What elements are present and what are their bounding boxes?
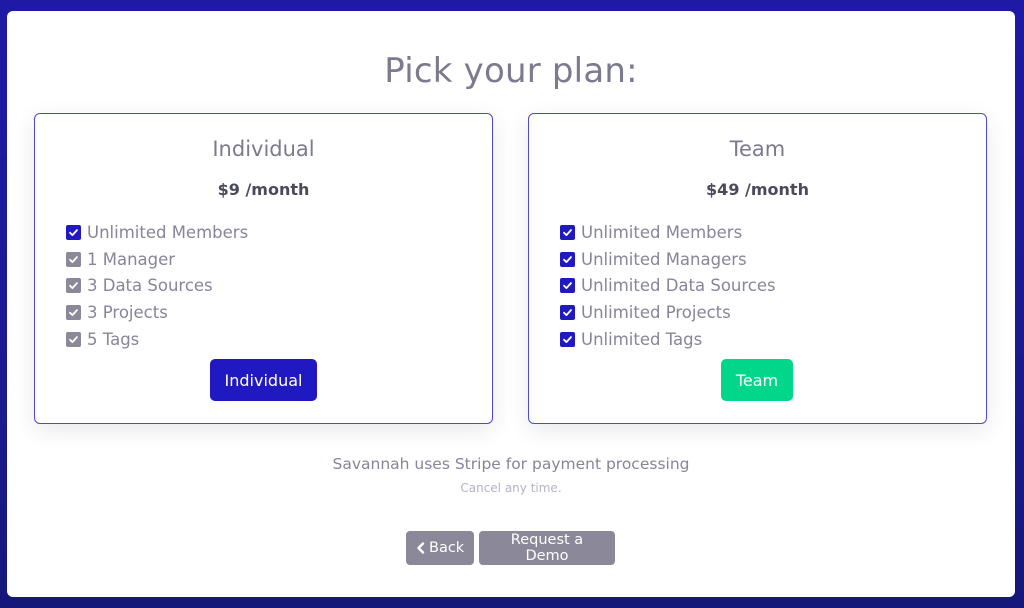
feature-label: 5 Tags xyxy=(87,330,140,350)
checkbox-checked-icon xyxy=(66,251,81,267)
checkbox-checked-icon xyxy=(66,278,81,294)
plan-card-team: Team $49 /month Unlimited Members Unlimi… xyxy=(528,113,987,424)
footer-actions: Back Request a Demo xyxy=(406,531,615,565)
checkbox-checked-icon xyxy=(560,251,575,267)
plan-name: Individual xyxy=(212,137,315,161)
checkbox-checked-icon xyxy=(66,224,81,240)
feature-item: Unlimited Tags xyxy=(560,326,776,353)
feature-item: Unlimited Projects xyxy=(560,299,776,326)
feature-label: Unlimited Members xyxy=(87,222,249,242)
checkbox-checked-icon xyxy=(560,278,575,294)
cancel-note: Cancel any time. xyxy=(460,481,562,495)
feature-label: Unlimited Members xyxy=(581,222,743,242)
back-button-label: Back xyxy=(429,540,465,556)
feature-label: 1 Manager xyxy=(87,249,176,269)
feature-item: 5 Tags xyxy=(66,326,248,353)
checkbox-checked-icon xyxy=(560,332,575,348)
plan-price: $49 /month xyxy=(706,180,809,199)
page-title: Pick your plan: xyxy=(384,51,638,91)
feature-item: Unlimited Members xyxy=(66,219,248,246)
feature-label: 3 Projects xyxy=(87,303,168,323)
feature-item: 3 Data Sources xyxy=(66,273,248,300)
feature-item: Unlimited Members xyxy=(560,219,776,246)
request-demo-button[interactable]: Request a Demo xyxy=(479,531,615,565)
checkbox-checked-icon xyxy=(66,305,81,321)
plan-name: Team xyxy=(729,137,786,161)
feature-list: Unlimited Members Unlimited Managers Unl… xyxy=(560,219,776,353)
plan-card-individual: Individual $9 /month Unlimited Members 1… xyxy=(34,113,493,424)
feature-item: 3 Projects xyxy=(66,299,248,326)
feature-label: Unlimited Managers xyxy=(581,249,747,269)
select-individual-button[interactable]: Individual xyxy=(210,359,317,401)
feature-label: Unlimited Tags xyxy=(581,330,703,350)
back-button[interactable]: Back xyxy=(406,531,474,565)
feature-item: 1 Manager xyxy=(66,246,248,273)
feature-list: Unlimited Members 1 Manager 3 Data Sourc… xyxy=(66,219,248,353)
plan-picker-panel: Pick your plan: Individual $9 /month Unl… xyxy=(7,11,1015,597)
checkbox-checked-icon xyxy=(560,224,575,240)
feature-label: Unlimited Data Sources xyxy=(581,276,776,296)
plan-price: $9 /month xyxy=(217,180,310,199)
select-team-button[interactable]: Team xyxy=(721,359,793,401)
feature-item: Unlimited Managers xyxy=(560,246,776,273)
checkbox-checked-icon xyxy=(66,332,81,348)
chevron-left-icon xyxy=(416,542,425,554)
feature-item: Unlimited Data Sources xyxy=(560,273,776,300)
payment-processor-note: Savannah uses Stripe for payment process… xyxy=(332,455,690,473)
checkbox-checked-icon xyxy=(560,305,575,321)
feature-label: 3 Data Sources xyxy=(87,276,213,296)
feature-label: Unlimited Projects xyxy=(581,303,731,323)
